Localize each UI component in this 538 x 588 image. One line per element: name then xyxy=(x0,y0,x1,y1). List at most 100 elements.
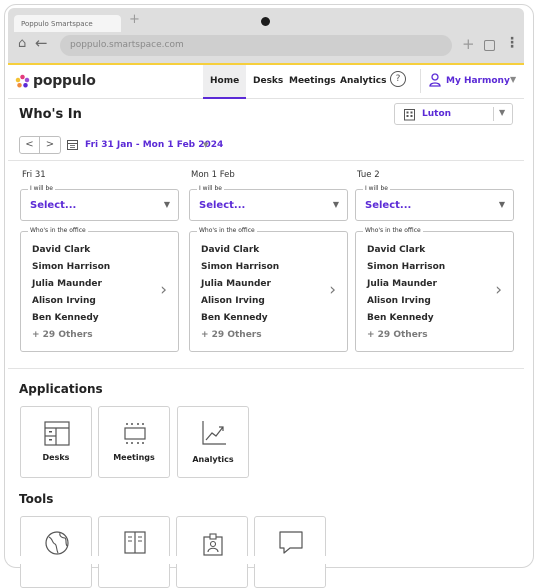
attendee-name: Ben Kennedy xyxy=(32,313,99,323)
attendee-name: Alison Irving xyxy=(201,296,265,306)
attendee-name: Ben Kennedy xyxy=(367,313,434,323)
attendee-name: Simon Harrison xyxy=(367,262,446,272)
day-column: Mon 1 Feb I will be Select... ▼ Who's in… xyxy=(189,170,348,352)
browser-tab[interactable]: Poppulo Smartspace xyxy=(14,15,121,32)
chevron-right-icon[interactable]: › xyxy=(495,280,502,300)
plus-icon[interactable]: + xyxy=(462,35,475,53)
tool-tile-book[interactable] xyxy=(98,516,170,588)
day-label: Tue 2 xyxy=(357,170,380,180)
logo-flower-icon xyxy=(15,74,30,87)
tool-tile-globe[interactable] xyxy=(20,516,92,588)
attendee-list: David Clark Simon Harrison Julia Maunder… xyxy=(32,245,110,347)
others-count: + 29 Others xyxy=(367,330,428,340)
will-be-select[interactable]: I will be Select... ▼ xyxy=(20,185,179,221)
browser-chrome: Poppulo Smartspace + ⌂ ← poppulo.smartsp… xyxy=(8,8,524,63)
day-column: Fri 31 I will be Select... ▼ Who's in th… xyxy=(20,170,179,352)
new-tab-button[interactable]: + xyxy=(129,12,140,27)
others-count: + 29 Others xyxy=(32,330,93,340)
tool-tile-badge[interactable] xyxy=(176,516,248,588)
chevron-down-icon: ▼ xyxy=(498,200,505,209)
office-attendance-card[interactable]: Who's in the office David Clark Simon Ha… xyxy=(20,227,179,352)
desk-icon xyxy=(44,421,70,446)
user-menu[interactable]: My Harmony xyxy=(446,76,510,86)
page-title: Who's In xyxy=(19,107,82,122)
attendee-name: Simon Harrison xyxy=(201,262,280,272)
app-header: poppulo Home Desks Meetings Analytics ? … xyxy=(8,63,524,99)
kebab-icon[interactable]: ⋮ xyxy=(505,35,519,51)
will-be-legend: I will be xyxy=(28,185,55,192)
meeting-room-icon xyxy=(124,423,146,444)
divider xyxy=(8,160,524,161)
calendar-icon xyxy=(67,140,78,150)
attendee-name: Julia Maunder xyxy=(367,279,437,289)
chevron-right-icon[interactable]: › xyxy=(160,280,167,300)
header-divider xyxy=(420,69,421,93)
will-be-value: Select... xyxy=(199,200,246,211)
logo[interactable]: poppulo xyxy=(15,73,96,89)
home-icon[interactable]: ⌂ xyxy=(18,36,26,51)
office-attendance-card[interactable]: Who's in the office David Clark Simon Ha… xyxy=(355,227,514,352)
nav-home[interactable]: Home xyxy=(210,76,239,86)
app-tile-analytics[interactable]: Analytics xyxy=(177,406,249,478)
chart-line-icon xyxy=(202,421,226,445)
square-icon[interactable] xyxy=(484,40,495,51)
will-be-value: Select... xyxy=(30,200,77,211)
location-select[interactable]: Luton ▼ xyxy=(394,103,513,125)
app-tile-label: Desks xyxy=(42,453,70,462)
attendee-name: Ben Kennedy xyxy=(201,313,268,323)
attendee-name: Alison Irving xyxy=(32,296,96,306)
attendee-name: Julia Maunder xyxy=(32,279,102,289)
viewport-edge xyxy=(8,556,524,564)
chevron-down-icon: ▼ xyxy=(332,200,339,209)
date-navigation: < > xyxy=(19,136,61,154)
chevron-right-icon[interactable]: › xyxy=(329,280,336,300)
tool-tile-message[interactable] xyxy=(254,516,326,588)
url-bar[interactable]: poppulo.smartspace.com xyxy=(60,35,452,56)
chevron-down-icon: ▼ xyxy=(163,200,170,209)
nav-meetings[interactable]: Meetings xyxy=(289,76,336,86)
others-count: + 29 Others xyxy=(201,330,262,340)
nav-desks[interactable]: Desks xyxy=(253,76,283,86)
app-tile-label: Meetings xyxy=(113,453,155,462)
prev-week-button[interactable]: < xyxy=(19,136,40,154)
office-attendance-card[interactable]: Who's in the office David Clark Simon Ha… xyxy=(189,227,348,352)
chevron-down-icon[interactable]: ▼ xyxy=(203,141,208,149)
chevron-down-icon[interactable]: ▼ xyxy=(510,75,516,84)
attendee-name: David Clark xyxy=(201,245,260,255)
globe-icon xyxy=(45,531,69,555)
message-icon xyxy=(279,531,303,554)
office-legend: Who's in the office xyxy=(363,227,423,234)
app-tile-meetings[interactable]: Meetings xyxy=(98,406,170,478)
badge-icon xyxy=(203,533,223,556)
next-week-button[interactable]: > xyxy=(40,136,61,154)
attendee-name: Julia Maunder xyxy=(201,279,271,289)
help-icon[interactable]: ? xyxy=(390,71,406,87)
day-column: Tue 2 I will be Select... ▼ Who's in the… xyxy=(355,170,514,352)
will-be-select[interactable]: I will be Select... ▼ xyxy=(355,185,514,221)
day-label: Fri 31 xyxy=(22,170,46,180)
book-icon xyxy=(124,531,146,554)
office-legend: Who's in the office xyxy=(28,227,88,234)
location-separator xyxy=(493,107,494,121)
will-be-value: Select... xyxy=(365,200,412,211)
camera-dot xyxy=(261,17,270,26)
nav-analytics[interactable]: Analytics xyxy=(340,76,386,86)
divider xyxy=(8,368,524,369)
applications-heading: Applications xyxy=(19,382,103,396)
building-icon xyxy=(404,109,415,121)
will-be-legend: I will be xyxy=(197,185,224,192)
will-be-select[interactable]: I will be Select... ▼ xyxy=(189,185,348,221)
location-value: Luton xyxy=(422,109,452,119)
office-legend: Who's in the office xyxy=(197,227,257,234)
back-icon[interactable]: ← xyxy=(35,34,48,52)
attendee-list: David Clark Simon Harrison Julia Maunder… xyxy=(367,245,445,347)
tools-heading: Tools xyxy=(19,492,54,506)
attendee-name: Simon Harrison xyxy=(32,262,111,272)
app-tile-desks[interactable]: Desks xyxy=(20,406,92,478)
attendee-name: David Clark xyxy=(367,245,426,255)
app-tile-label: Analytics xyxy=(192,455,234,464)
day-label: Mon 1 Feb xyxy=(191,170,235,180)
chevron-down-icon: ▼ xyxy=(499,108,506,117)
logo-text: poppulo xyxy=(33,73,96,89)
user-icon xyxy=(429,73,441,87)
